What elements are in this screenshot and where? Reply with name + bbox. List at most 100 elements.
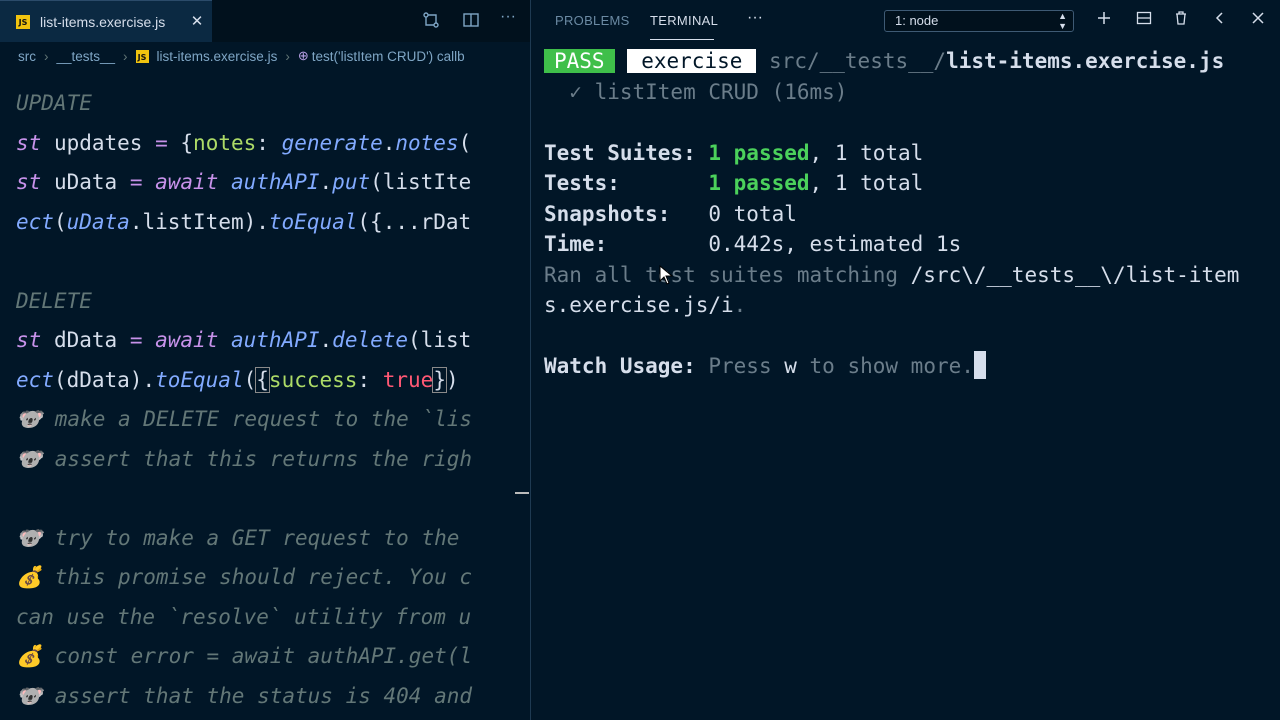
tests-total: , 1 total	[809, 171, 924, 195]
code-line: st dData = await authAPI.delete(list	[16, 321, 472, 361]
code-token: 🐨 make a DELETE request to the `lis	[16, 407, 473, 431]
code-token: (	[243, 367, 257, 392]
code-line: UPDATE	[16, 84, 472, 124]
code-token: =	[155, 130, 168, 155]
code-line	[16, 242, 472, 282]
code-line: DELETE	[16, 282, 472, 322]
code-line: st updates = {notes: generate.notes(	[16, 124, 472, 164]
tab-problems[interactable]: PROBLEMS	[555, 13, 630, 28]
code-token: 💰 const error = await authAPI.get(l	[16, 644, 473, 668]
close-icon[interactable]	[1247, 10, 1269, 32]
code-line: 🐨 assert that this returns the righ	[16, 440, 472, 480]
code-line: 🐨 make a DELETE request to the `lis	[16, 400, 472, 440]
code-token: UPDATE	[16, 91, 92, 115]
code-line: 💰 const error = await authAPI.get(l	[16, 637, 472, 677]
code-token: .	[382, 130, 396, 155]
code-token: {	[167, 130, 194, 155]
split-editor-icon[interactable]	[461, 11, 481, 31]
watch-press: Press	[708, 354, 785, 378]
tab-terminal[interactable]: TERMINAL	[650, 13, 718, 28]
code-token: success	[268, 367, 358, 392]
test-path-file: list-items.exercise.js	[946, 49, 1225, 73]
code-line	[16, 479, 472, 519]
tab-close-icon[interactable]: ✕	[188, 12, 206, 30]
code-token: st	[16, 130, 42, 155]
code-line: st uData = await authAPI.put(listIte	[16, 163, 472, 203]
select-arrows-icon: ▲ ▼	[1058, 11, 1067, 31]
breadcrumb-src[interactable]: src	[18, 49, 36, 64]
code-line: 🐨 assert that the status is 404 and	[16, 677, 472, 717]
breadcrumb-file[interactable]: list-items.exercise.js	[157, 49, 278, 64]
suites-total: , 1 total	[809, 140, 924, 165]
code-token: toEqual	[268, 209, 358, 234]
more-icon[interactable]: ···	[747, 9, 763, 27]
code-token: updates	[41, 130, 156, 155]
chevron-right-icon: ›	[285, 48, 290, 64]
test-path-dir: src/__tests__/	[769, 49, 947, 73]
code-token: 🐨 try to make a GET request to the	[16, 525, 460, 550]
code-line: 🐨 try to make a GET request to the	[16, 519, 472, 559]
js-file-icon: JS	[16, 14, 30, 29]
code-token: (	[458, 130, 472, 155]
split-icon[interactable]	[1133, 10, 1155, 32]
code-line: can use the `resolve` utility from u	[16, 598, 472, 638]
code-token: 🐨 assert that the status is 404 and	[16, 683, 473, 708]
code-token: :	[256, 130, 282, 155]
more-actions-icon[interactable]: ···	[498, 8, 518, 28]
code-token: uData	[41, 170, 130, 194]
code-token: dData	[41, 328, 130, 352]
terminal-select-value: 1: node	[895, 13, 939, 28]
chevron-left-icon[interactable]	[1209, 10, 1231, 32]
exercise-badge: exercise	[627, 49, 757, 73]
breadcrumb-symbol[interactable]: test('listItem CRUD') callb	[312, 49, 465, 64]
test-result-line: ✓ listItem CRUD (16ms)	[544, 79, 848, 104]
snapshots-value: 0 total	[708, 201, 797, 226]
code-token: )	[445, 367, 459, 392]
watch-more: to show more.	[796, 354, 974, 378]
code-token: await	[155, 170, 219, 194]
code-token: st	[16, 328, 42, 352]
trash-icon[interactable]	[1170, 10, 1192, 32]
code-token: 💰 this promise should reject. You c	[16, 565, 473, 589]
ran-all-text: Ran all test suites matching	[544, 262, 911, 287]
code-token: .listItem).	[129, 209, 269, 234]
time-label: Time:	[544, 232, 709, 256]
editor-tab-bar: JS list-items.exercise.js ✕ ···	[0, 0, 530, 42]
code-token: ect	[16, 209, 54, 234]
suites-label: Test Suites:	[544, 140, 709, 165]
plus-icon[interactable]	[1093, 10, 1115, 32]
code-token: }	[432, 366, 447, 393]
code-token: toEqual	[155, 367, 244, 392]
ran-end: .	[733, 293, 747, 317]
code-token: DELETE	[16, 288, 92, 313]
terminal-output[interactable]: PASS exercise src/__tests__/list-items.e…	[544, 46, 1239, 382]
code-line: ect(uData.listItem).toEqual({...rDat	[16, 203, 472, 243]
code-token: true	[382, 367, 434, 392]
code-token: notes	[395, 130, 459, 155]
pass-badge: PASS	[544, 49, 615, 73]
code-token: (list	[408, 328, 472, 352]
terminal-select[interactable]: 1: node ▲ ▼	[884, 10, 1074, 32]
time-value: 0.442s, estimated 1s	[708, 232, 962, 256]
breadcrumb: src › __tests__ › JS list-items.exercise…	[0, 42, 530, 70]
terminal-panel: PROBLEMS TERMINAL ··· 1: node ▲ ▼ PASS ex…	[531, 0, 1280, 720]
compare-changes-icon[interactable]	[421, 11, 441, 31]
snapshots-label: Snapshots:	[544, 201, 709, 226]
code-token: =	[129, 328, 143, 352]
tests-passed: 1 passed	[708, 171, 810, 195]
code-area[interactable]: UPDATE st updates = {notes: generate.note…	[16, 84, 472, 716]
editor-tab[interactable]: JS list-items.exercise.js ✕	[0, 0, 212, 42]
code-token: generate	[281, 130, 383, 155]
code-token: {	[255, 366, 270, 393]
breadcrumb-tests[interactable]: __tests__	[57, 49, 116, 64]
function-symbol-icon: ⊕	[297, 48, 309, 63]
terminal-cursor	[973, 351, 986, 379]
code-token: notes	[193, 130, 257, 155]
code-token: (	[53, 209, 67, 234]
code-token: .	[319, 328, 333, 352]
code-token: authAPI	[231, 170, 320, 194]
